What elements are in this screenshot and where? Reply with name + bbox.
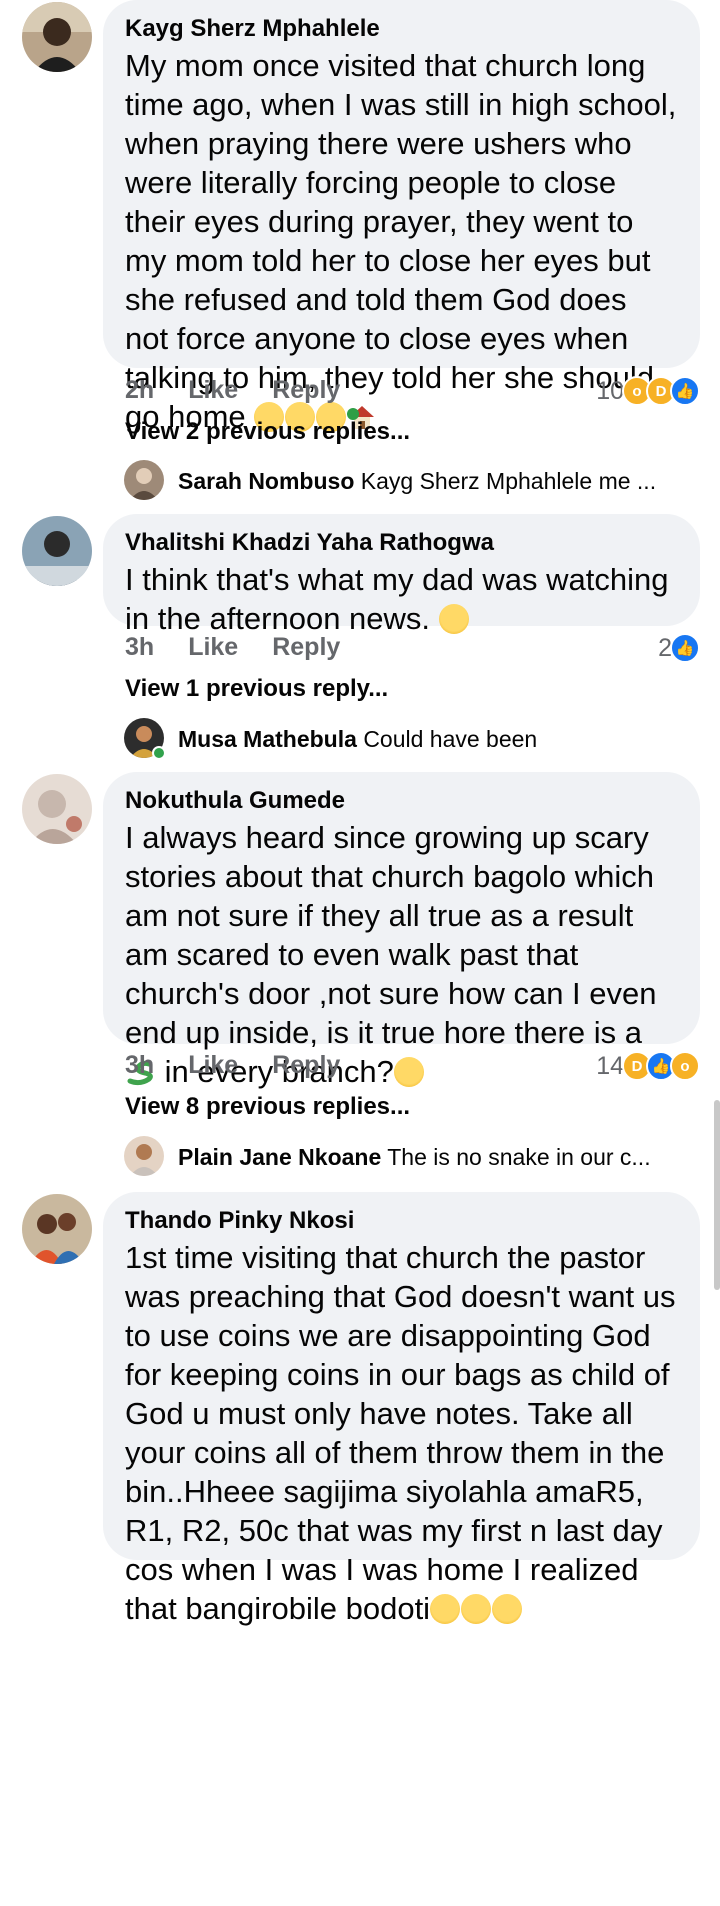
face-with-tears-of-joy-icon xyxy=(492,1594,523,1624)
reply-author: Musa Mathebula xyxy=(178,726,357,752)
reply-text: Kayg Sherz Mphahlele me ... xyxy=(360,468,657,494)
reply-button[interactable]: Reply xyxy=(272,376,340,405)
like-button[interactable]: Like xyxy=(188,1051,238,1080)
view-previous-replies[interactable]: View 1 previous reply... xyxy=(125,675,388,703)
comment-actions: 2h Like Reply xyxy=(125,376,340,405)
reply-text: Could have been xyxy=(363,726,538,752)
comment-author[interactable]: Thando Pinky Nkosi xyxy=(125,1206,678,1236)
scrollbar[interactable] xyxy=(714,1100,720,1290)
comment-text: I think that's what my dad was watching … xyxy=(125,562,669,636)
comment-time: 3h xyxy=(125,633,155,661)
comment-actions: 3h Like Reply xyxy=(125,633,340,662)
comment-bubble: Nokuthula Gumede I always heard since gr… xyxy=(103,772,700,1089)
comment-time: 3h xyxy=(125,1051,155,1079)
face-with-tears-of-joy-icon xyxy=(430,1594,461,1624)
avatar[interactable] xyxy=(22,1194,92,1264)
avatar[interactable] xyxy=(124,1136,164,1176)
comment-time: 2h xyxy=(125,376,155,404)
wow-reaction-icon: o xyxy=(670,1051,700,1081)
comment-author[interactable]: Kayg Sherz Mphahlele xyxy=(125,14,678,44)
thinking-face-icon xyxy=(438,604,469,634)
comment-actions: 3h Like Reply xyxy=(125,1051,340,1080)
reply-author: Sarah Nombuso xyxy=(178,468,355,494)
like-button[interactable]: Like xyxy=(188,633,238,662)
reaction-summary[interactable]: 10 o D 👍 xyxy=(596,376,700,406)
like-reaction-icon: 👍 xyxy=(670,633,700,663)
reply-button[interactable]: Reply xyxy=(272,1051,340,1080)
avatar[interactable] xyxy=(124,460,164,500)
comment-bubble: Vhalitshi Khadzi Yaha Rathogwa I think t… xyxy=(103,514,700,636)
comment-text: 1st time visiting that church the pastor… xyxy=(125,1240,676,1626)
avatar[interactable] xyxy=(22,516,92,586)
reaction-summary[interactable]: 14 D 👍 o xyxy=(596,1051,700,1081)
comment-bubble: Thando Pinky Nkosi 1st time visiting tha… xyxy=(103,1192,700,1626)
reaction-count: 14 xyxy=(596,1051,624,1080)
avatar[interactable] xyxy=(22,774,92,844)
reply-button[interactable]: Reply xyxy=(272,633,340,662)
view-previous-replies[interactable]: View 2 previous replies... xyxy=(125,418,410,446)
view-previous-replies[interactable]: View 8 previous replies... xyxy=(125,1093,410,1121)
latest-reply[interactable]: Plain Jane Nkoane The is no snake in our… xyxy=(178,1142,651,1172)
like-button[interactable]: Like xyxy=(188,376,238,405)
avatar[interactable] xyxy=(22,2,92,72)
like-reaction-icon: 👍 xyxy=(670,376,700,406)
comment-author[interactable]: Nokuthula Gumede xyxy=(125,786,678,816)
latest-reply[interactable]: Musa Mathebula Could have been xyxy=(178,724,537,754)
reply-author: Plain Jane Nkoane xyxy=(178,1144,382,1170)
comment-bubble: Kayg Sherz Mphahlele My mom once visited… xyxy=(103,0,700,434)
comment-author[interactable]: Vhalitshi Khadzi Yaha Rathogwa xyxy=(125,528,678,558)
face-with-tears-of-joy-icon xyxy=(461,1594,492,1624)
online-status-indicator xyxy=(152,746,166,760)
reaction-summary[interactable]: 2 👍 xyxy=(658,633,700,663)
reply-text: The is no snake in our c... xyxy=(387,1144,651,1170)
latest-reply[interactable]: Sarah Nombuso Kayg Sherz Mphahlele me ..… xyxy=(178,466,656,496)
reaction-count: 10 xyxy=(596,376,624,405)
grinning-face-with-sweat-icon xyxy=(393,1057,424,1087)
